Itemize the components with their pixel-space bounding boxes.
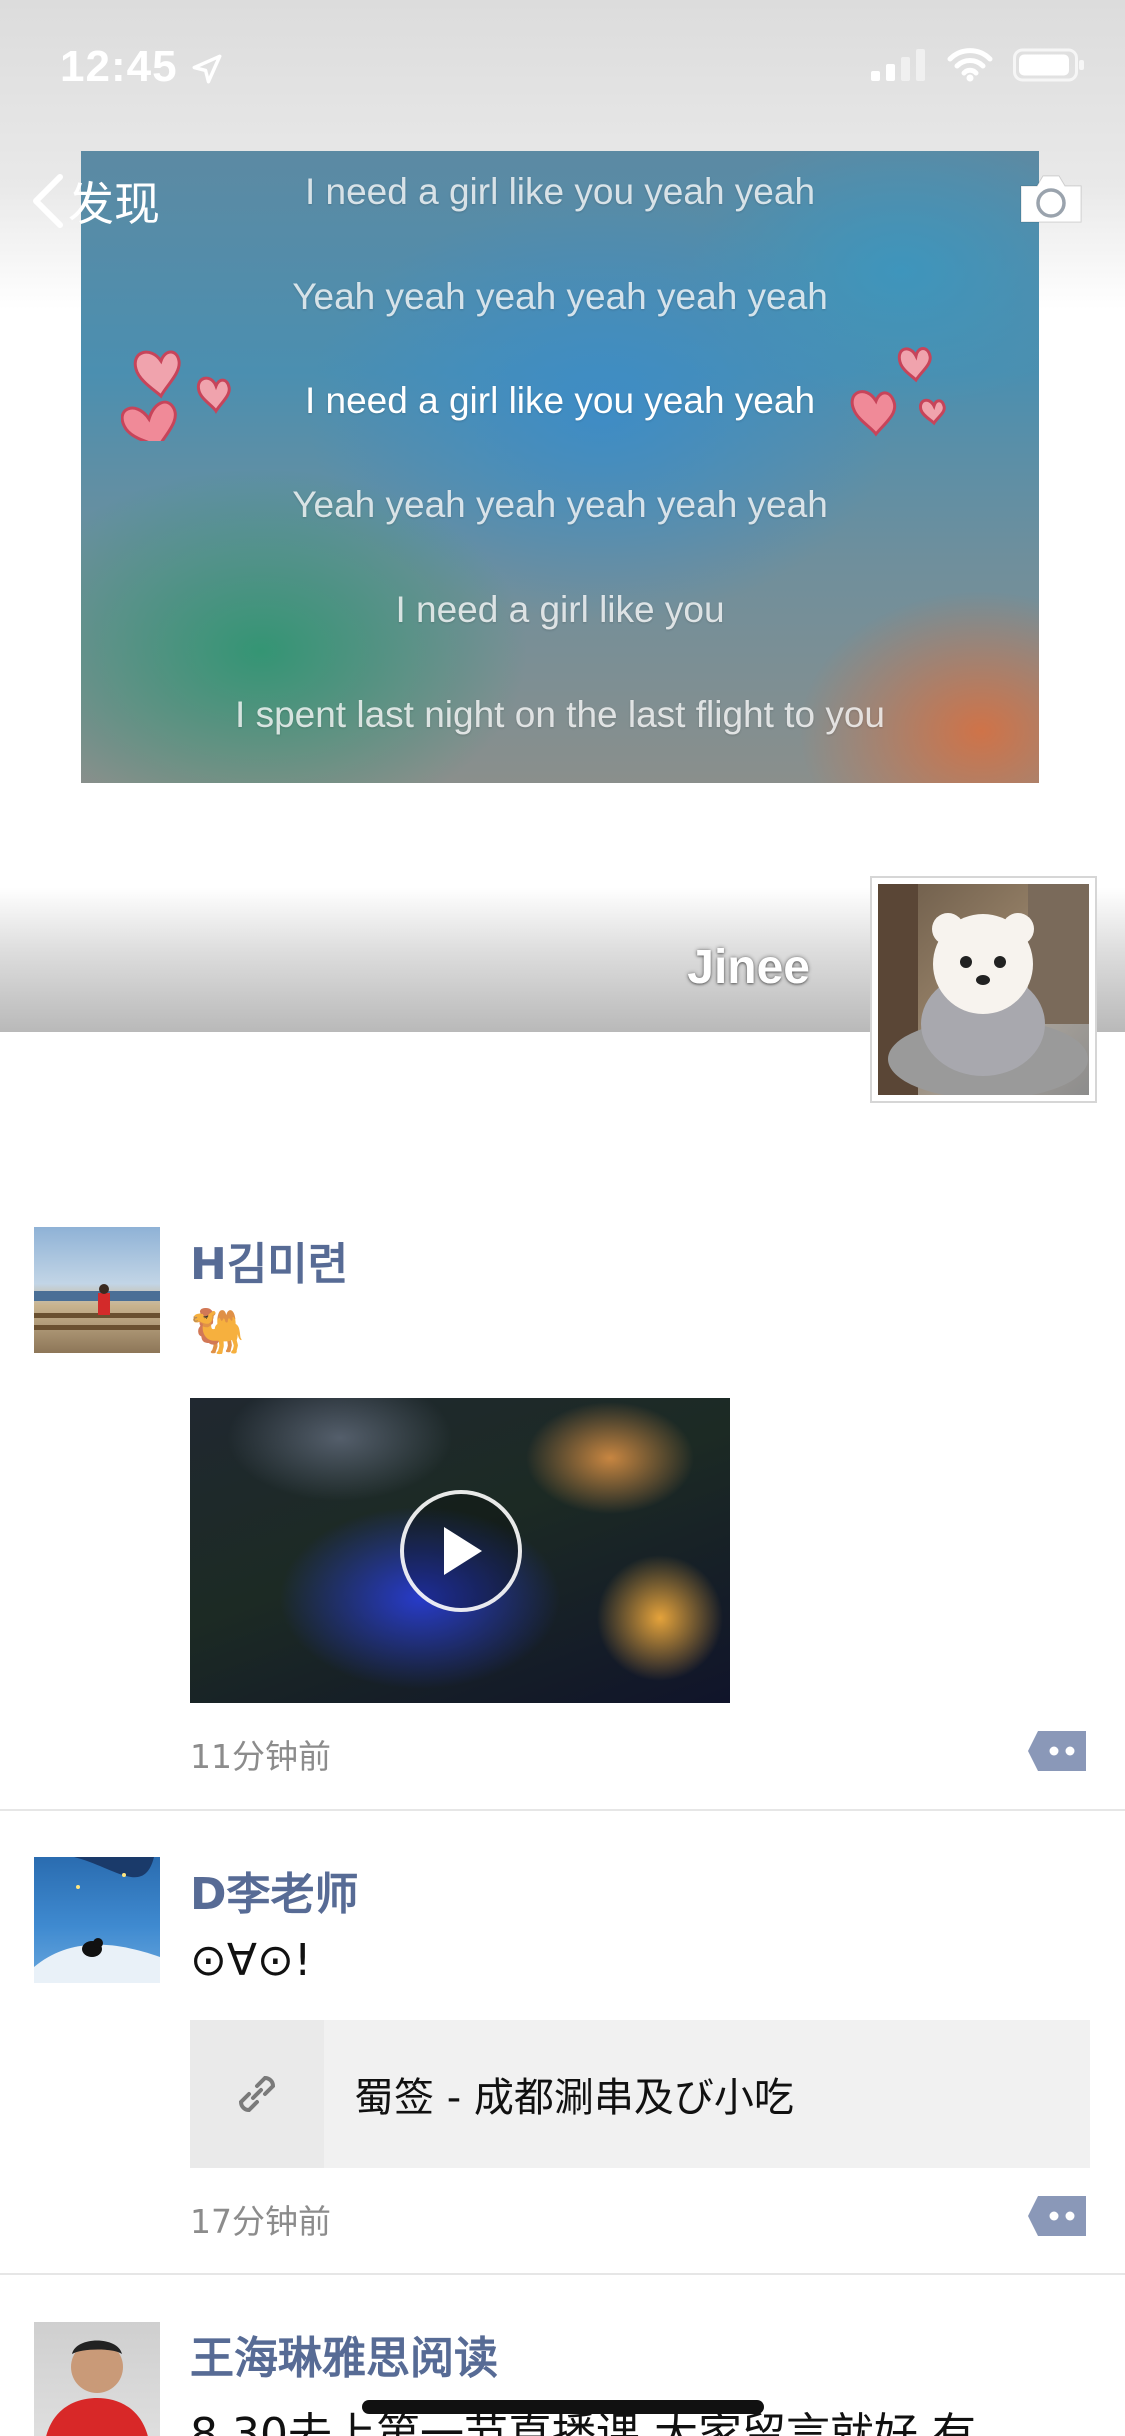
person-photo-icon: [46, 2340, 148, 2436]
status-indicators: [871, 48, 1085, 82]
lyric-line: I need a girl like you: [395, 589, 725, 630]
post-author-name[interactable]: D李老师: [190, 1858, 359, 1922]
video-thumbnail[interactable]: [190, 1398, 730, 1703]
beach-photo-icon: [34, 1284, 160, 1330]
link-icon: [238, 2075, 276, 2113]
cover-photo[interactable]: I need a girl like you yeah yeah Yeah ye…: [81, 151, 1039, 783]
chevron-left-icon: [33, 174, 63, 228]
profile-avatar[interactable]: [870, 876, 1097, 1103]
cover-area: I need a girl like you yeah yeah Yeah ye…: [0, 0, 1125, 1103]
post-divider: [0, 1809, 1125, 1811]
shared-link-card[interactable]: 蜀签 - 成都涮串及び小吃: [190, 2020, 1090, 2168]
post-text: ⊙∀⊙!: [190, 1935, 312, 1986]
hearts-right-icon: [850, 347, 946, 437]
lyric-line: I need a girl like you yeah yeah: [304, 171, 816, 212]
user-avatar[interactable]: [34, 1857, 160, 1983]
cellular-signal-icon: [871, 49, 925, 81]
post-author-name[interactable]: H김미련: [190, 1228, 348, 1292]
post-text: 🐫: [190, 1306, 245, 1357]
location-arrow-icon: [192, 54, 222, 84]
play-icon: [444, 1527, 482, 1575]
link-title: 蜀签 - 成都涮串及び小吃: [354, 2075, 794, 2121]
post-divider: [0, 2273, 1125, 2275]
home-indicator[interactable]: [362, 2400, 764, 2414]
user-avatar[interactable]: [34, 2322, 160, 2436]
status-time: 12:45: [60, 42, 178, 91]
link-thumbnail: [190, 2020, 324, 2168]
profile-username: Jinee: [687, 941, 810, 994]
post-author-name[interactable]: 王海琳雅思阅读: [190, 2322, 498, 2386]
comment-menu-icon[interactable]: [1028, 2196, 1086, 2236]
lyric-line: Yeah yeah yeah yeah yeah yeah: [292, 484, 828, 525]
comment-menu-icon[interactable]: [1028, 1731, 1086, 1771]
user-avatar[interactable]: [34, 1227, 160, 1353]
play-button[interactable]: [400, 1490, 522, 1612]
post-time: 17分钟前: [190, 2202, 331, 2241]
avatar-image: [878, 884, 1089, 1095]
back-label: 发现: [68, 177, 160, 231]
dog-photo-icon: [878, 884, 1089, 1095]
lyric-line: I spent last night on the last flight to…: [235, 694, 885, 735]
hearts-left-icon: [121, 350, 231, 441]
wifi-icon: [947, 48, 993, 82]
back-button[interactable]: 发现: [28, 168, 160, 234]
post-time: 11分钟前: [190, 1737, 331, 1776]
penguin-illustration-icon: [34, 1857, 160, 1983]
battery-icon: [1013, 48, 1084, 82]
camera-icon[interactable]: [1017, 172, 1085, 226]
